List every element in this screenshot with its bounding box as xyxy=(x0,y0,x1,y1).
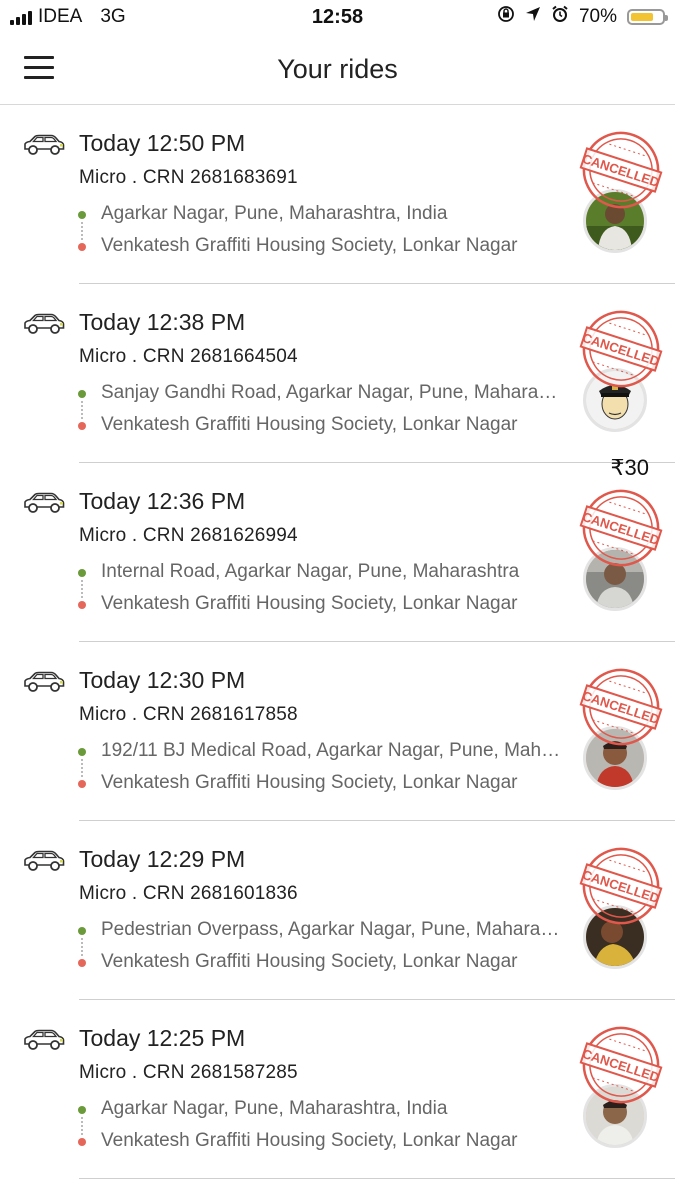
cancelled-stamp-icon: CANCELLED xyxy=(579,487,663,569)
car-icon xyxy=(22,312,66,336)
car-icon xyxy=(22,670,66,694)
ride-row[interactable]: Today 12:36 PM Micro . CRN 2681626994 Inte… xyxy=(0,455,675,642)
pickup-dot-icon xyxy=(78,927,86,935)
pickup-dot-icon xyxy=(78,748,86,756)
car-icon xyxy=(22,1028,66,1052)
ride-crn: Micro . CRN 2681683691 xyxy=(79,167,298,188)
cancelled-stamp-icon: CANCELLED xyxy=(579,845,663,927)
page-title: Your rides xyxy=(277,54,398,84)
route-dotted-line xyxy=(81,401,83,419)
alarm-clock-icon xyxy=(551,5,569,28)
pickup-dot-icon xyxy=(78,390,86,398)
car-icon xyxy=(22,133,66,157)
route-dotted-line xyxy=(81,222,83,240)
pickup-dot-icon xyxy=(78,1106,86,1114)
car-icon xyxy=(22,849,66,873)
ride-row[interactable]: Today 12:38 PM Micro . CRN 2681664504 Sanj… xyxy=(0,284,675,463)
ride-crn: Micro . CRN 2681601836 xyxy=(79,883,298,904)
drop-address: Venkatesh Graffiti Housing Society, Lonk… xyxy=(101,951,518,972)
drop-address: Venkatesh Graffiti Housing Society, Lonk… xyxy=(101,593,518,614)
location-arrow-icon xyxy=(525,6,541,27)
ride-row[interactable]: Today 12:50 PM Micro . CRN 2681683691 Agar… xyxy=(0,105,675,284)
drop-dot-icon xyxy=(78,959,86,967)
cancelled-stamp-icon: CANCELLED xyxy=(579,308,663,390)
pickup-address: Internal Road, Agarkar Nagar, Pune, Maha… xyxy=(101,561,520,582)
route-dotted-line xyxy=(81,1117,83,1135)
route-dotted-line xyxy=(81,759,83,777)
pickup-address: Sanjay Gandhi Road, Agarkar Nagar, Pune,… xyxy=(101,382,566,403)
orientation-lock-icon xyxy=(497,5,515,28)
pickup-address: Pedestrian Overpass, Agarkar Nagar, Pune… xyxy=(101,919,566,940)
ride-time: Today 12:50 PM xyxy=(79,130,246,156)
cancelled-stamp-icon: CANCELLED xyxy=(579,129,663,211)
drop-address: Venkatesh Graffiti Housing Society, Lonk… xyxy=(101,414,518,435)
pickup-address: 192/11 BJ Medical Road, Agarkar Nagar, P… xyxy=(101,740,566,761)
pickup-dot-icon xyxy=(78,569,86,577)
route-dotted-line xyxy=(81,938,83,956)
pickup-dot-icon xyxy=(78,211,86,219)
battery-percentage: 70% xyxy=(578,5,617,27)
car-icon xyxy=(22,491,66,515)
ride-time: Today 12:38 PM xyxy=(79,309,246,335)
ride-time: Today 12:36 PM xyxy=(79,488,246,514)
pickup-address: Agarkar Nagar, Pune, Maharashtra, India xyxy=(101,203,448,224)
drop-dot-icon xyxy=(78,422,86,430)
drop-address: Venkatesh Graffiti Housing Society, Lonk… xyxy=(101,772,518,793)
cancelled-stamp-icon: CANCELLED xyxy=(579,666,663,748)
ride-time: Today 12:30 PM xyxy=(79,667,246,693)
ride-time: Today 12:29 PM xyxy=(79,846,246,872)
drop-address: Venkatesh Graffiti Housing Society, Lonk… xyxy=(101,1130,518,1151)
row-divider xyxy=(79,1177,675,1179)
ride-row[interactable]: Today 12:29 PM Micro . CRN 2681601836 Pede… xyxy=(0,821,675,1000)
drop-dot-icon xyxy=(78,601,86,609)
drop-dot-icon xyxy=(78,780,86,788)
ride-time: Today 12:25 PM xyxy=(79,1025,246,1051)
ride-crn: Micro . CRN 2681664504 xyxy=(79,346,298,367)
drop-address: Venkatesh Graffiti Housing Society, Lonk… xyxy=(101,235,518,256)
route-dotted-line xyxy=(81,580,83,598)
drop-dot-icon xyxy=(78,243,86,251)
ride-row[interactable]: Today 12:30 PM Micro . CRN 2681617858 192/… xyxy=(0,642,675,821)
status-bar: IDEA 3G 12:58 70% xyxy=(0,0,675,34)
ride-list: Today 12:50 PM Micro . CRN 2681683691 Agar… xyxy=(0,105,675,1179)
ride-crn: Micro . CRN 2681587285 xyxy=(79,1062,298,1083)
app-header: Your rides xyxy=(0,34,675,105)
pickup-address: Agarkar Nagar, Pune, Maharashtra, India xyxy=(101,1098,448,1119)
battery-icon xyxy=(627,8,668,25)
ride-row[interactable]: Today 12:25 PM Micro . CRN 2681587285 Agar… xyxy=(0,1000,675,1179)
ride-crn: Micro . CRN 2681617858 xyxy=(79,704,298,725)
drop-dot-icon xyxy=(78,1138,86,1146)
ride-fare: ₹30 xyxy=(610,455,649,480)
cancelled-stamp-icon: CANCELLED xyxy=(579,1024,663,1106)
ride-crn: Micro . CRN 2681626994 xyxy=(79,525,298,546)
